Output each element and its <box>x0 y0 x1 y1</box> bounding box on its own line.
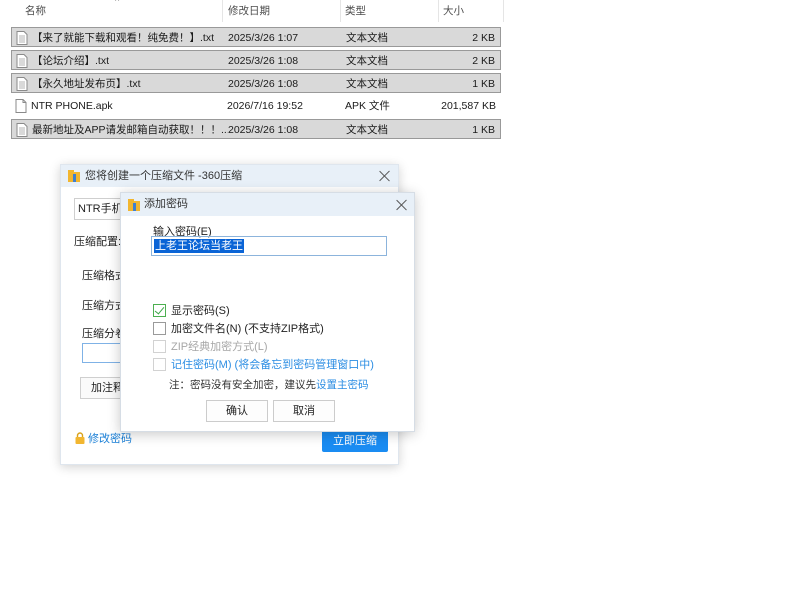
checkbox-checked-icon <box>153 304 166 317</box>
file-name: 【论坛介绍】.txt <box>32 55 110 67</box>
compress-dialog-title: 您将创建一个压缩文件 -360压缩 <box>85 170 243 182</box>
security-note-text: 注：密码没有安全加密，建议先 <box>169 379 316 391</box>
remember-password-label: 记住密码(M) (将会备忘到密码管理窗口中) <box>171 359 374 371</box>
compress-now-button[interactable]: 立即压缩 <box>322 430 388 452</box>
file-date: 2025/3/26 1:08 <box>228 78 299 90</box>
file-size: 201,587 KB <box>441 100 496 112</box>
column-header-name[interactable]: 名称 <box>25 0 46 22</box>
checkbox-disabled-icon <box>153 340 166 353</box>
file-row[interactable]: 【论坛介绍】.txt 2025/3/26 1:08 文本文档 2 KB <box>11 50 501 70</box>
file-icon <box>15 99 27 113</box>
compress-dialog-titlebar[interactable]: 您将创建一个压缩文件 -360压缩 <box>61 165 398 187</box>
file-date: 2026/7/16 19:52 <box>227 100 303 112</box>
text-file-icon <box>16 123 28 137</box>
column-header-type[interactable]: 类型 <box>345 0 366 22</box>
file-name: 最新地址及APP请发邮箱自动获取！！！.... <box>32 124 228 136</box>
file-row[interactable]: 【来了就能下载和观看！纯免费！】.txt 2025/3/26 1:07 文本文档… <box>11 27 501 47</box>
checkbox-icon <box>153 322 166 335</box>
text-file-icon <box>16 77 28 91</box>
file-name: 【来了就能下载和观看！纯免费！】.txt <box>32 32 215 44</box>
confirm-button[interactable]: 确认 <box>206 400 268 422</box>
file-date: 2025/3/26 1:07 <box>228 32 299 44</box>
password-input[interactable]: 上老王论坛当老王 <box>151 236 387 256</box>
zip-classic-label: ZIP经典加密方式(L) <box>171 341 268 353</box>
text-file-icon <box>16 31 28 45</box>
show-password-label: 显示密码(S) <box>171 305 230 317</box>
checkbox-icon <box>153 358 166 371</box>
column-divider[interactable] <box>340 0 341 22</box>
password-dialog-titlebar[interactable]: 添加密码 <box>121 193 414 216</box>
file-size: 1 KB <box>472 78 495 90</box>
close-icon[interactable] <box>395 198 409 212</box>
file-explorer-list: 名称 ^ 修改日期 类型 大小 【来了就能下载和观看！纯免费！】.txt 202… <box>0 0 800 160</box>
set-master-password-link[interactable]: 设置主密码 <box>316 379 369 391</box>
change-password-label: 修改密码 <box>88 433 132 445</box>
file-date: 2025/3/26 1:08 <box>228 55 299 67</box>
file-row[interactable]: 【永久地址发布页】.txt 2025/3/26 1:08 文本文档 1 KB <box>11 73 501 93</box>
password-dialog-title: 添加密码 <box>144 198 188 210</box>
column-divider[interactable] <box>222 0 223 22</box>
close-icon[interactable] <box>378 169 392 183</box>
file-size: 1 KB <box>472 124 495 136</box>
column-header-date[interactable]: 修改日期 <box>228 0 270 22</box>
change-password-link[interactable]: 修改密码 <box>75 432 132 446</box>
sort-ascending-icon: ^ <box>115 0 120 6</box>
cancel-button[interactable]: 取消 <box>273 400 335 422</box>
file-size: 2 KB <box>472 55 495 67</box>
file-name: 【永久地址发布页】.txt <box>32 78 141 90</box>
compress-config-label: 压缩配置: <box>74 236 122 248</box>
lock-icon <box>75 432 85 444</box>
column-divider[interactable] <box>503 0 504 22</box>
column-header-size[interactable]: 大小 <box>443 0 464 22</box>
password-value: 上老王论坛当老王 <box>154 239 244 253</box>
encrypt-filenames-label: 加密文件名(N) (不支持ZIP格式) <box>171 323 324 335</box>
file-type: 文本文档 <box>346 55 388 67</box>
file-type: 文本文档 <box>346 78 388 90</box>
file-name: NTR PHONE.apk <box>31 100 113 112</box>
file-type: 文本文档 <box>346 32 388 44</box>
file-date: 2025/3/26 1:08 <box>228 124 299 136</box>
file-type: APK 文件 <box>345 100 390 112</box>
text-file-icon <box>16 54 28 68</box>
file-type: 文本文档 <box>346 124 388 136</box>
file-size: 2 KB <box>472 32 495 44</box>
security-note: 注：密码没有安全加密，建议先设置主密码 <box>169 377 369 392</box>
file-row[interactable]: 最新地址及APP请发邮箱自动获取！！！.... 2025/3/26 1:08 文… <box>11 119 501 139</box>
archive-app-icon <box>128 199 140 211</box>
add-password-dialog: 添加密码 输入密码(E) 上老王论坛当老王 显示密码(S) 加密文件名(N) (… <box>120 192 415 432</box>
file-row[interactable]: NTR PHONE.apk 2026/7/16 19:52 APK 文件 201… <box>11 96 501 116</box>
archive-app-icon <box>68 170 80 182</box>
column-divider[interactable] <box>438 0 439 22</box>
